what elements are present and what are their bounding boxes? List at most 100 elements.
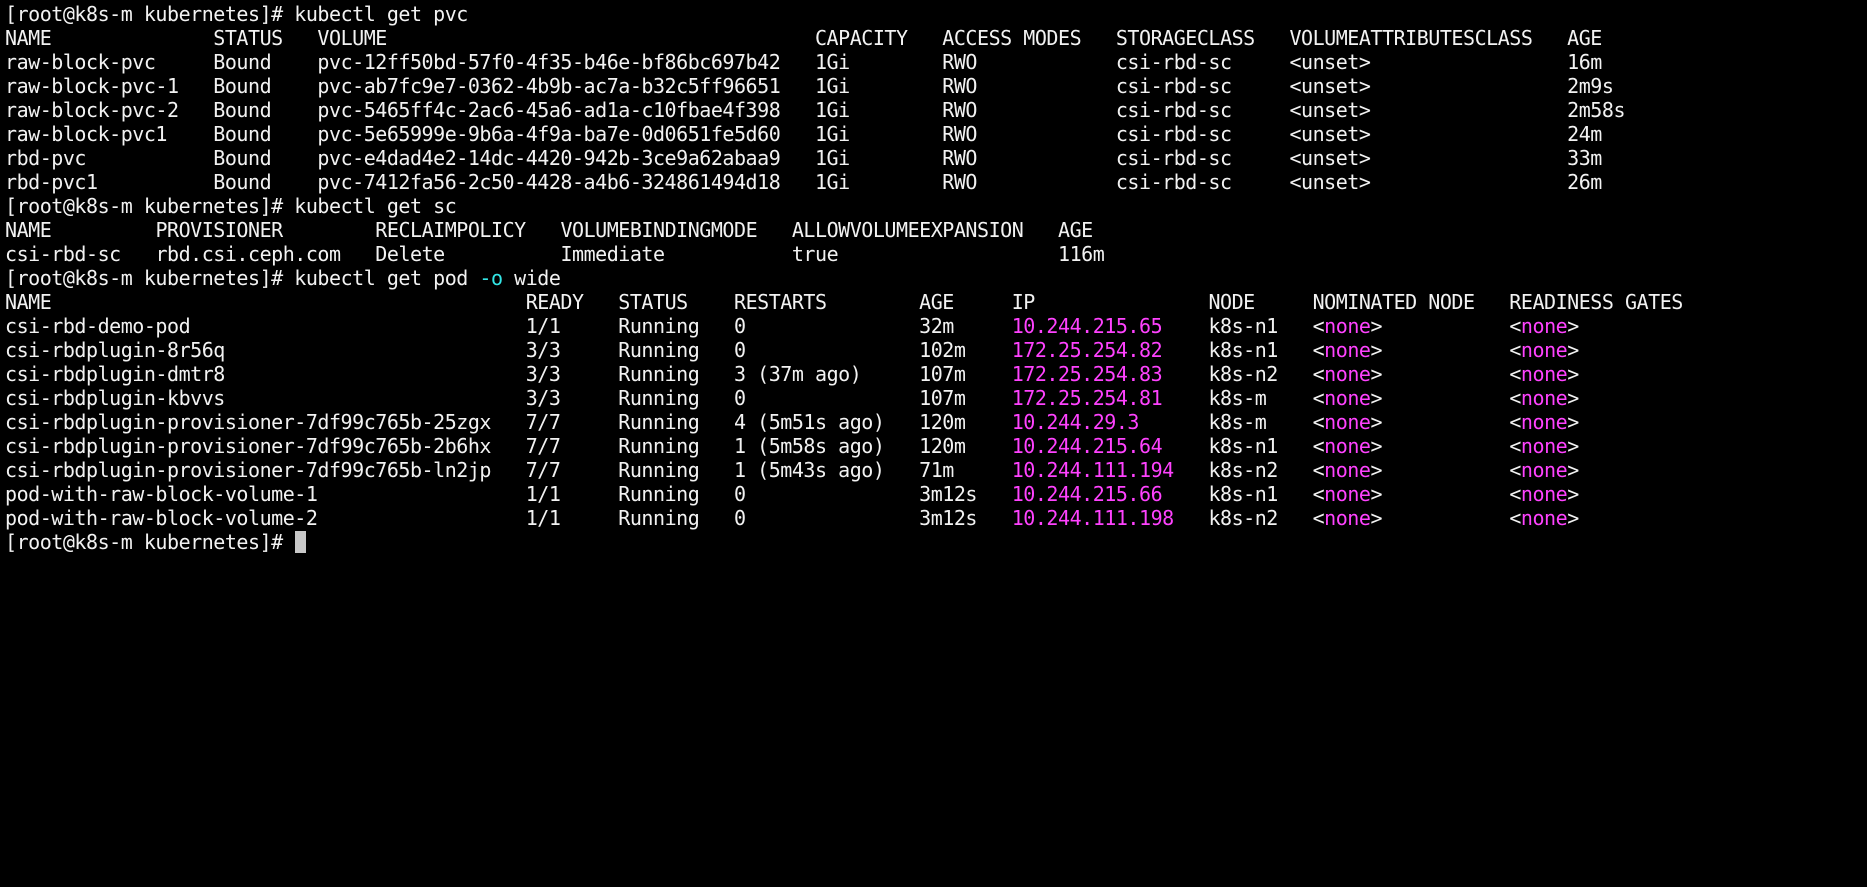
pod-cell-readiness-gates: <none>	[1509, 506, 1579, 530]
pvc-cell-storageclass: csi-rbd-sc	[1115, 122, 1290, 146]
pvc-cell-capacity: 1Gi	[814, 50, 943, 74]
pod-cell-name: pod-with-raw-block-volume-2	[5, 506, 526, 530]
pvc-cell-name: raw-block-pvc1	[5, 122, 214, 146]
pod-cell-ready: 3/3	[525, 338, 619, 362]
sc-header-allowvolumeexpansion: ALLOWVOLUMEEXPANSION	[791, 218, 1058, 242]
pod-cell-readiness-gates: <none>	[1509, 410, 1579, 434]
pvc-cell-access-modes: RWO	[942, 122, 1116, 146]
pvc-cell-volumeattributesclass: <unset>	[1289, 122, 1568, 146]
pod-cell-name: csi-rbdplugin-provisioner-7df99c765b-2b6…	[5, 434, 526, 458]
none-value: none	[1324, 362, 1371, 386]
command-line-get-pvc: [root@k8s-m kubernetes]# kubectl get pvc	[5, 2, 1695, 26]
pod-cell-readiness-gates: <none>	[1509, 338, 1579, 362]
pod-cell-name: csi-rbdplugin-8r56q	[5, 338, 526, 362]
pvc-header-status: STATUS	[213, 26, 318, 50]
none-value: none	[1520, 458, 1568, 482]
command-line-get-pod: [root@k8s-m kubernetes]# kubectl get pod…	[5, 266, 1695, 290]
pod-table-row: csi-rbdplugin-kbvvs 3/3 Running 0 107m 1…	[5, 386, 1695, 410]
pvc-cell-capacity: 1Gi	[814, 146, 943, 170]
command-text: kubectl get sc	[294, 194, 457, 218]
none-value: none	[1520, 386, 1568, 410]
none-value: none	[1324, 386, 1371, 410]
pvc-cell-capacity: 1Gi	[814, 98, 943, 122]
pod-header-ready: READY	[525, 290, 619, 314]
pod-cell-nominated-node: <none>	[1312, 434, 1383, 458]
text-cursor[interactable]	[295, 531, 307, 553]
pod-cell-nominated-node: <none>	[1312, 362, 1383, 386]
pod-cell-ready: 1/1	[525, 506, 619, 530]
pod-cell-readiness-gates: <none>	[1509, 386, 1579, 410]
pvc-cell-status: Bound	[213, 170, 318, 194]
sc-header-age: AGE	[1058, 218, 1116, 242]
pod-cell-ip: 10.244.215.64	[1012, 434, 1209, 458]
none-value: none	[1520, 434, 1568, 458]
current-prompt-line: [root@k8s-m kubernetes]#	[5, 530, 1695, 554]
pvc-cell-status: Bound	[213, 50, 318, 74]
pvc-cell-access-modes: RWO	[942, 146, 1116, 170]
none-value: none	[1520, 314, 1568, 338]
pod-cell-ip: 10.244.215.66	[1012, 482, 1209, 506]
pod-cell-status: Running	[618, 338, 734, 362]
pod-cell-status: Running	[618, 434, 734, 458]
pod-ip-value: 10.244.215.66	[1011, 482, 1163, 506]
pvc-cell-volume: pvc-7412fa56-2c50-4428-a4b6-324861494d18	[317, 170, 815, 194]
shell-prompt: [root@k8s-m kubernetes]#	[5, 194, 295, 218]
none-value: none	[1520, 410, 1568, 434]
pvc-cell-capacity: 1Gi	[814, 170, 943, 194]
pod-cell-age: 3m12s	[919, 482, 1012, 506]
pvc-cell-capacity: 1Gi	[814, 122, 943, 146]
pod-cell-ready: 7/7	[525, 410, 619, 434]
pvc-header-storageclass: STORAGECLASS	[1115, 26, 1290, 50]
pod-cell-node: k8s-n1	[1208, 482, 1313, 506]
pod-ip-value: 172.25.254.81	[1011, 386, 1163, 410]
pod-cell-ready: 1/1	[525, 314, 619, 338]
pvc-cell-name: raw-block-pvc-1	[5, 74, 214, 98]
pvc-cell-capacity: 1Gi	[814, 74, 943, 98]
none-value: none	[1324, 410, 1371, 434]
pod-cell-readiness-gates: <none>	[1509, 434, 1579, 458]
sc-cell-allowvolumeexpansion: true	[791, 242, 1058, 266]
pod-cell-nominated-node: <none>	[1312, 458, 1383, 482]
pvc-cell-age: 16m	[1567, 50, 1626, 74]
pod-header-readiness-gates: READINESS GATES	[1509, 290, 1695, 314]
pod-cell-status: Running	[618, 482, 734, 506]
pvc-cell-age: 26m	[1567, 170, 1626, 194]
pod-cell-nominated-node: <none>	[1312, 482, 1383, 506]
pod-table-row: csi-rbd-demo-pod 1/1 Running 0 32m 10.24…	[5, 314, 1695, 338]
pod-ip-value: 172.25.254.82	[1011, 338, 1163, 362]
pvc-table-row: raw-block-pvc-1 Bound pvc-ab7fc9e7-0362-…	[5, 74, 1695, 98]
pod-cell-ready: 7/7	[525, 458, 619, 482]
pvc-cell-name: raw-block-pvc	[5, 50, 214, 74]
pod-cell-name: csi-rbd-demo-pod	[5, 314, 526, 338]
pod-cell-name: csi-rbdplugin-dmtr8	[5, 362, 526, 386]
pod-cell-nominated-node: <none>	[1312, 338, 1383, 362]
pvc-table-row: rbd-pvc Bound pvc-e4dad4e2-14dc-4420-942…	[5, 146, 1695, 170]
pod-cell-status: Running	[618, 506, 734, 530]
pod-cell-status: Running	[618, 410, 734, 434]
terminal-window[interactable]: [root@k8s-m kubernetes]# kubectl get pvc…	[0, 0, 1867, 887]
pvc-cell-volumeattributesclass: <unset>	[1289, 50, 1568, 74]
command-text-suffix: wide	[502, 266, 561, 290]
pvc-cell-storageclass: csi-rbd-sc	[1115, 74, 1290, 98]
sc-table-row: csi-rbd-sc rbd.csi.ceph.com Delete Immed…	[5, 242, 1695, 266]
command-flag: -o	[479, 266, 503, 290]
pvc-cell-access-modes: RWO	[942, 98, 1116, 122]
pod-cell-readiness-gates: <none>	[1509, 482, 1579, 506]
pod-cell-ip: 172.25.254.83	[1012, 362, 1209, 386]
pvc-cell-volumeattributesclass: <unset>	[1289, 74, 1568, 98]
none-value: none	[1324, 458, 1371, 482]
pod-cell-node: k8s-n2	[1208, 362, 1313, 386]
pod-cell-node: k8s-n1	[1208, 338, 1313, 362]
pod-table-row: csi-rbdplugin-dmtr8 3/3 Running 3 (37m a…	[5, 362, 1695, 386]
pod-cell-restarts: 4 (5m51s ago)	[734, 410, 920, 434]
none-value: none	[1520, 506, 1568, 530]
sc-header-provisioner: PROVISIONER	[155, 218, 376, 242]
none-value: none	[1324, 434, 1371, 458]
pod-header-row: NAME READY STATUS RESTARTS AGE IP NODE N…	[5, 290, 1695, 314]
pod-table-row: csi-rbdplugin-provisioner-7df99c765b-25z…	[5, 410, 1695, 434]
sc-header-name: NAME	[5, 218, 156, 242]
pod-ip-value: 10.244.215.64	[1011, 434, 1163, 458]
shell-prompt: [root@k8s-m kubernetes]#	[5, 2, 295, 26]
pvc-cell-access-modes: RWO	[942, 170, 1116, 194]
pod-cell-readiness-gates: <none>	[1509, 314, 1579, 338]
